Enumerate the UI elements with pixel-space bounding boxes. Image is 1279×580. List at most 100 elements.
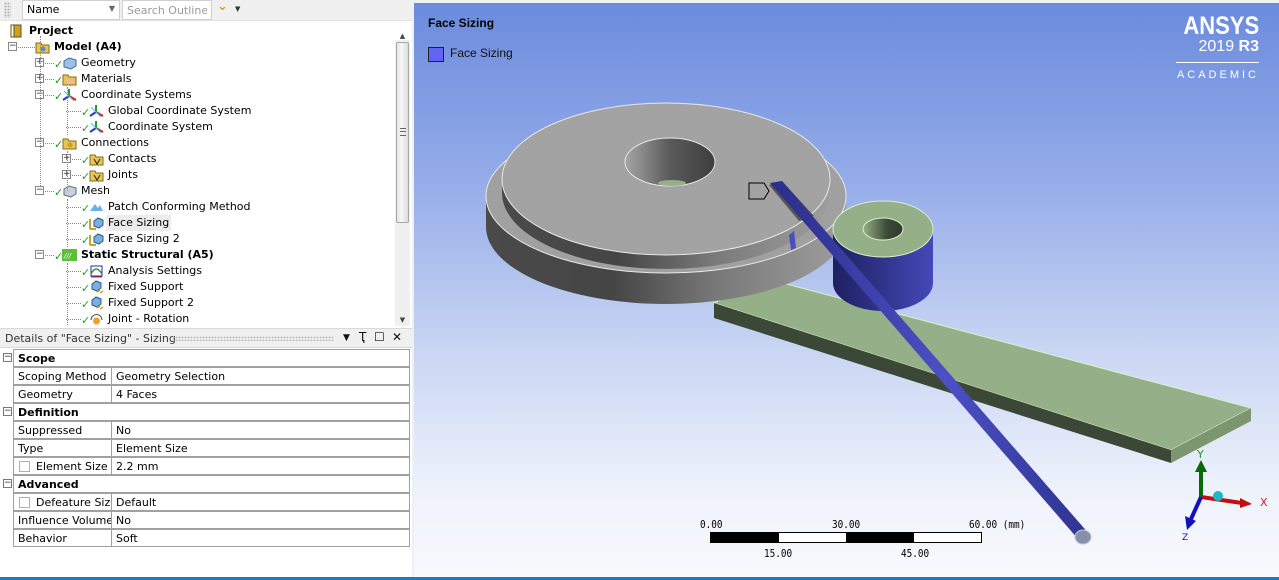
legend-label: Face Sizing	[450, 46, 513, 60]
details-row[interactable]: Suppressed No	[0, 421, 412, 439]
plate-body[interactable]	[712, 277, 1253, 463]
ansys-logo: ANSYS	[1183, 12, 1259, 40]
details-row[interactable]: Geometry 4 Faces	[0, 385, 412, 403]
details-header: Details of "Face Sizing" - Sizing ▼ Ҭ ☐ …	[0, 328, 412, 348]
collapse-icon[interactable]: −	[8, 42, 17, 51]
property-value[interactable]: Default	[111, 493, 410, 511]
scroll-thumb[interactable]	[396, 42, 409, 223]
left-pane: Name ▼ ⌄ ▼ Project−Model (A4)+✓Geometry+…	[0, 0, 412, 577]
collapse-icon[interactable]: −	[35, 250, 44, 259]
property-value[interactable]: No	[111, 511, 410, 529]
tree-item-label: Joints	[108, 168, 139, 181]
tree-connector	[66, 287, 81, 288]
tree-item-label: Fixed Support	[108, 280, 184, 293]
tree-connector	[66, 319, 81, 320]
property-name: Geometry	[13, 385, 112, 403]
tree-item[interactable]: + ✓ Materials	[0, 71, 395, 87]
collapse-icon[interactable]: −	[3, 479, 12, 488]
tree-item-label: Connections	[81, 136, 149, 149]
tree-item[interactable]: ✓ Analysis Settings	[0, 263, 395, 279]
boss-body[interactable]	[832, 200, 934, 311]
pin-icon[interactable]: Ҭ	[359, 330, 366, 344]
property-name-text: Element Size	[36, 460, 108, 473]
details-row[interactable]: Type Element Size	[0, 439, 412, 457]
tree-item[interactable]: + ✓ Geometry	[0, 55, 395, 71]
tree-item-label: Contacts	[108, 152, 157, 165]
property-name: Scoping Method	[13, 367, 112, 385]
close-icon[interactable]: ✕	[392, 330, 402, 344]
parameter-checkbox[interactable]	[19, 497, 30, 508]
tree-item[interactable]: ✓ Fixed Support 2	[0, 295, 395, 311]
tree-connector	[72, 159, 81, 160]
tree-connector	[66, 207, 81, 208]
scale-segment	[711, 533, 779, 542]
tree-item[interactable]: ✓ Fixed Support	[0, 279, 395, 295]
tree-item[interactable]: ✓ Coordinate System	[0, 119, 395, 135]
maximize-icon[interactable]: ☐	[374, 330, 385, 344]
joints-icon	[89, 168, 104, 182]
tree-item[interactable]: − ✓ Connections	[0, 135, 395, 151]
property-name: Defeature Size	[13, 493, 112, 511]
tree-item[interactable]: ✓ Global Coordinate System	[0, 103, 395, 119]
scroll-down-arrow-icon[interactable]: ▼	[395, 316, 410, 326]
graphics-viewport[interactable]: Face Sizing Face Sizing ANSYS 2019 R3 AC…	[414, 3, 1279, 577]
details-group-definition[interactable]: − Definition	[0, 403, 412, 421]
joint-rotation-icon	[89, 312, 104, 326]
details-header-grip[interactable]	[172, 336, 334, 341]
tree-item-label: Face Sizing 2	[108, 232, 180, 245]
details-group-advanced[interactable]: − Advanced	[0, 475, 412, 493]
details-row[interactable]: Defeature Size Default	[0, 493, 412, 511]
model-folder-icon	[35, 40, 50, 54]
tree-connector	[67, 199, 68, 247]
coordinate-system-icon	[89, 104, 104, 118]
coordinate-system-icon	[89, 120, 104, 134]
details-group-scope[interactable]: − Scope	[0, 349, 412, 367]
tree-item[interactable]: Project	[0, 23, 395, 39]
details-row[interactable]: Scoping Method Geometry Selection	[0, 367, 412, 385]
version-release: R3	[1238, 38, 1259, 55]
coordinate-triad[interactable]: Y X Z	[1174, 448, 1274, 548]
tree-connector	[45, 79, 54, 80]
tree-item[interactable]: + ✓ Joints	[0, 167, 395, 183]
collapse-icon[interactable]: −	[35, 186, 44, 195]
tree-item[interactable]: − Model (A4)	[0, 39, 395, 55]
scale-label-60: 60.00 (mm)	[969, 518, 1026, 531]
property-value[interactable]: Geometry Selection	[111, 367, 410, 385]
tree-item[interactable]: ✓ Patch Conforming Method	[0, 199, 395, 215]
tree-item[interactable]: ✓ Face Sizing	[0, 215, 395, 231]
coordinate-systems-icon	[62, 88, 77, 102]
name-filter-select[interactable]: Name ▼	[22, 0, 120, 20]
property-value[interactable]: 4 Faces	[111, 385, 410, 403]
details-row[interactable]: Influence Volume No	[0, 511, 412, 529]
property-value[interactable]: No	[111, 421, 410, 439]
search-outline-input[interactable]	[122, 0, 212, 20]
tree-item[interactable]: − ✓ Coordinate Systems	[0, 87, 395, 103]
details-row[interactable]: Behavior Soft	[0, 529, 412, 547]
tree-item[interactable]: + ✓ Contacts	[0, 151, 395, 167]
property-value[interactable]: Element Size	[111, 439, 410, 457]
isometric-ball-icon[interactable]	[1213, 491, 1223, 501]
details-row[interactable]: Element Size 2.2 mm	[0, 457, 412, 475]
scale-segment	[846, 533, 914, 542]
outline-scrollbar[interactable]: ▲ ▼	[395, 32, 410, 326]
ansys-edition: ACADEMIC	[1176, 69, 1259, 81]
tree-item[interactable]: − ✓ Mesh	[0, 183, 395, 199]
tree-item[interactable]: ✓ Joint - Rotation	[0, 311, 395, 326]
model-view[interactable]	[414, 3, 1279, 577]
patch-conforming-icon	[89, 200, 104, 214]
collapse-icon[interactable]: −	[3, 353, 12, 362]
details-group-label: Advanced	[13, 475, 410, 493]
legend-swatch	[428, 47, 444, 62]
property-value[interactable]: 2.2 mm	[111, 457, 410, 475]
parameter-checkbox[interactable]	[19, 461, 30, 472]
property-name-text: Type	[18, 442, 44, 455]
collapse-icon[interactable]: −	[3, 407, 12, 416]
filter-menu-button[interactable]: ⌄ ▼	[214, 0, 244, 19]
scroll-up-arrow-icon[interactable]: ▲	[395, 32, 410, 40]
tree-item[interactable]: ✓ Face Sizing 2	[0, 231, 395, 247]
tree-item[interactable]: − ✓///Static Structural (A5)	[0, 247, 395, 263]
x-axis-label: X	[1260, 496, 1268, 509]
details-dropdown-icon[interactable]: ▼	[343, 333, 350, 343]
toolbar-grip[interactable]	[4, 2, 11, 18]
property-value[interactable]: Soft	[111, 529, 410, 547]
